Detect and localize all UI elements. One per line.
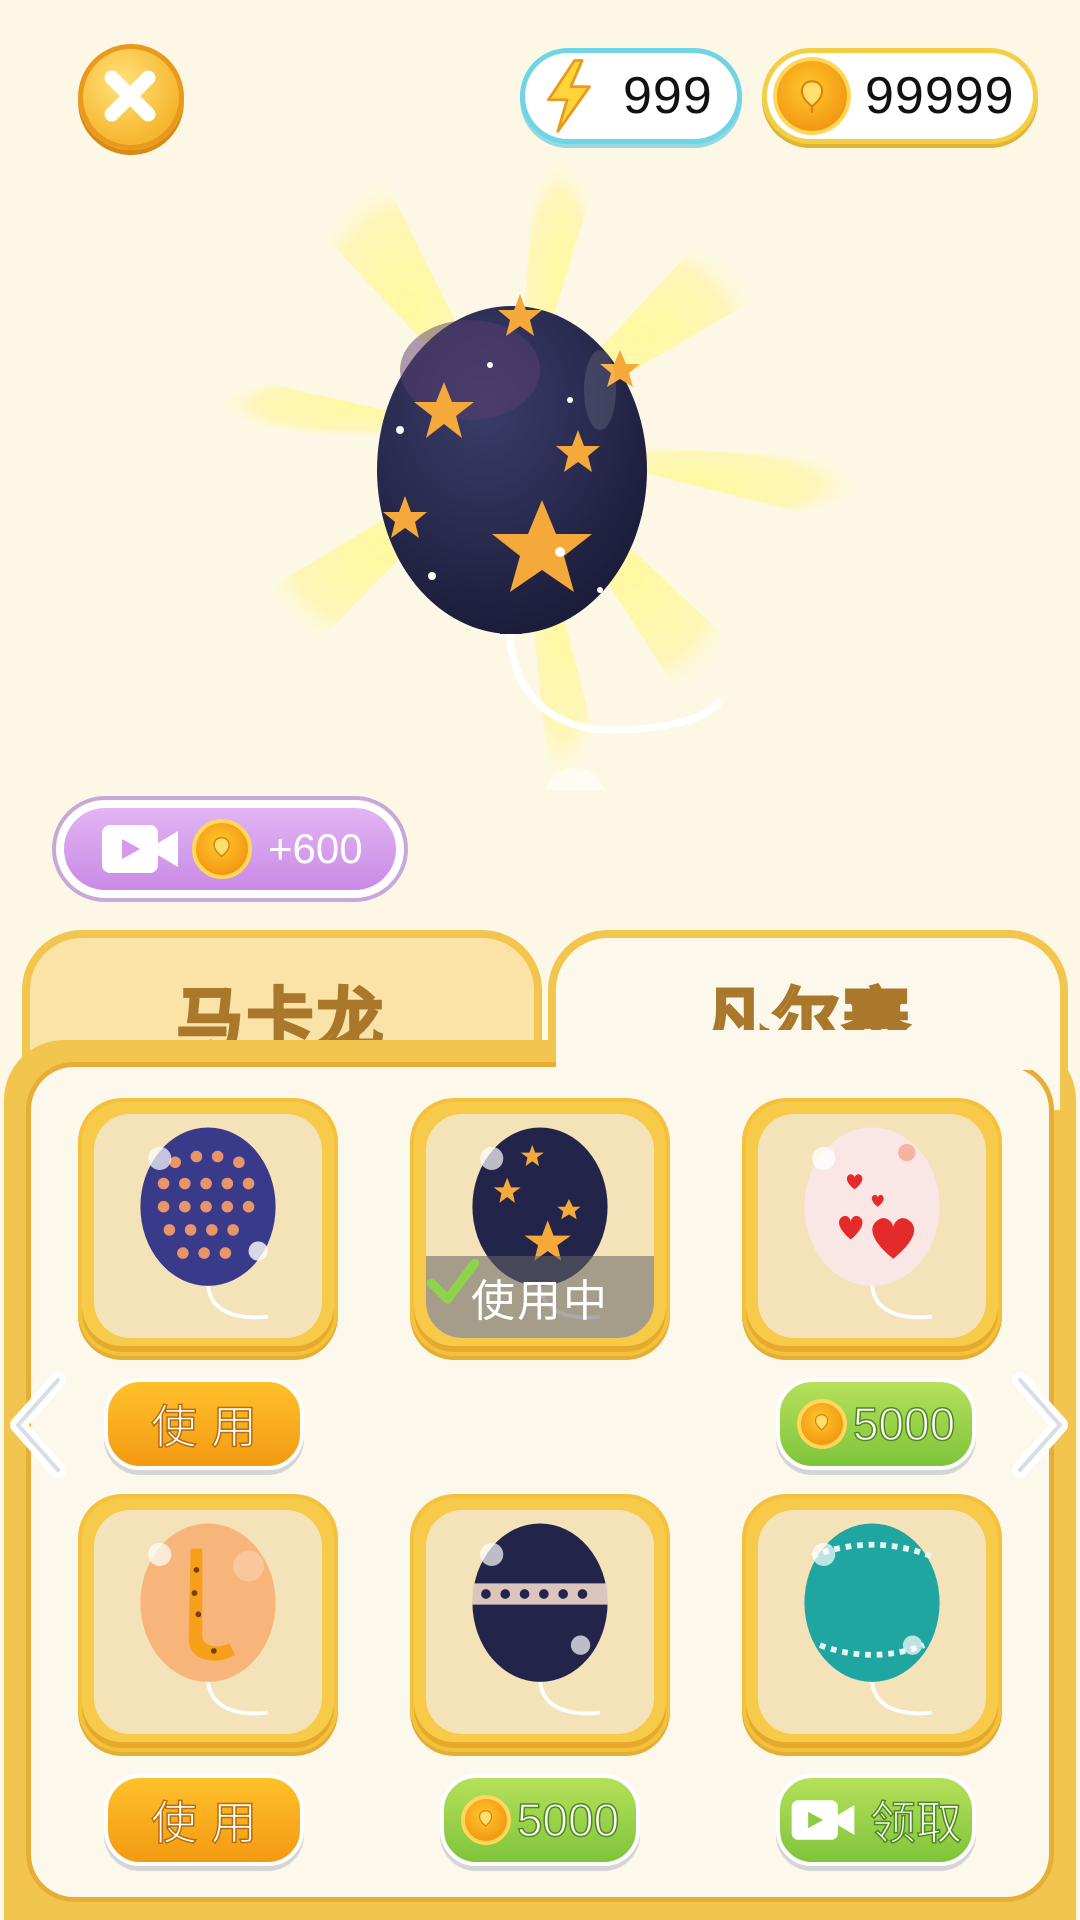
coin-value: 99999 xyxy=(865,67,1015,125)
video-icon xyxy=(102,825,178,873)
giraffe-balloon-image xyxy=(140,1523,276,1716)
skin-card-polka-dot[interactable] xyxy=(78,1098,338,1356)
arrow-right-icon[interactable] xyxy=(1010,1370,1070,1480)
check-icon xyxy=(426,1258,480,1304)
arrow-left-icon[interactable] xyxy=(8,1370,68,1480)
price-label: 5000 xyxy=(852,1397,956,1451)
claim-with-video-button[interactable]: 领取 xyxy=(776,1774,976,1866)
claim-label: 领取 xyxy=(869,1796,963,1850)
close-icon xyxy=(104,70,156,122)
close-button[interactable] xyxy=(78,44,184,150)
video-icon xyxy=(791,1800,855,1840)
featured-balloon xyxy=(210,150,870,790)
skin-card-stars[interactable]: 使用中 xyxy=(410,1098,670,1356)
price-label: 5000 xyxy=(516,1793,620,1847)
video-reward-label: +600 xyxy=(268,825,363,872)
heart-balloon-image xyxy=(804,1127,940,1320)
coin-icon xyxy=(773,57,851,135)
teal-lace-balloon-image xyxy=(804,1523,940,1716)
buy-button[interactable]: 5000 xyxy=(440,1774,640,1866)
energy-value: 999 xyxy=(623,67,713,125)
coin-icon xyxy=(796,1399,847,1449)
watch-video-reward-button[interactable]: +600 xyxy=(52,796,408,902)
coin-icon xyxy=(460,1795,511,1845)
skin-card-hearts[interactable] xyxy=(742,1098,1002,1356)
in-use-label: 使用中 xyxy=(471,1277,609,1326)
polka-dot-balloon-image xyxy=(140,1127,276,1320)
coin-icon xyxy=(192,819,252,879)
use-button[interactable]: 使用 xyxy=(104,1378,304,1470)
skin-card-lace[interactable] xyxy=(410,1494,670,1752)
lightning-icon xyxy=(547,59,591,133)
lace-balloon-image xyxy=(472,1523,608,1716)
skin-card-giraffe[interactable] xyxy=(78,1494,338,1752)
use-button[interactable]: 使用 xyxy=(104,1774,304,1866)
buy-button[interactable]: 5000 xyxy=(776,1378,976,1470)
skin-card-teal[interactable] xyxy=(742,1494,1002,1752)
in-use-overlay: 使用中 xyxy=(426,1256,654,1338)
tab-connector xyxy=(556,1030,1056,1070)
